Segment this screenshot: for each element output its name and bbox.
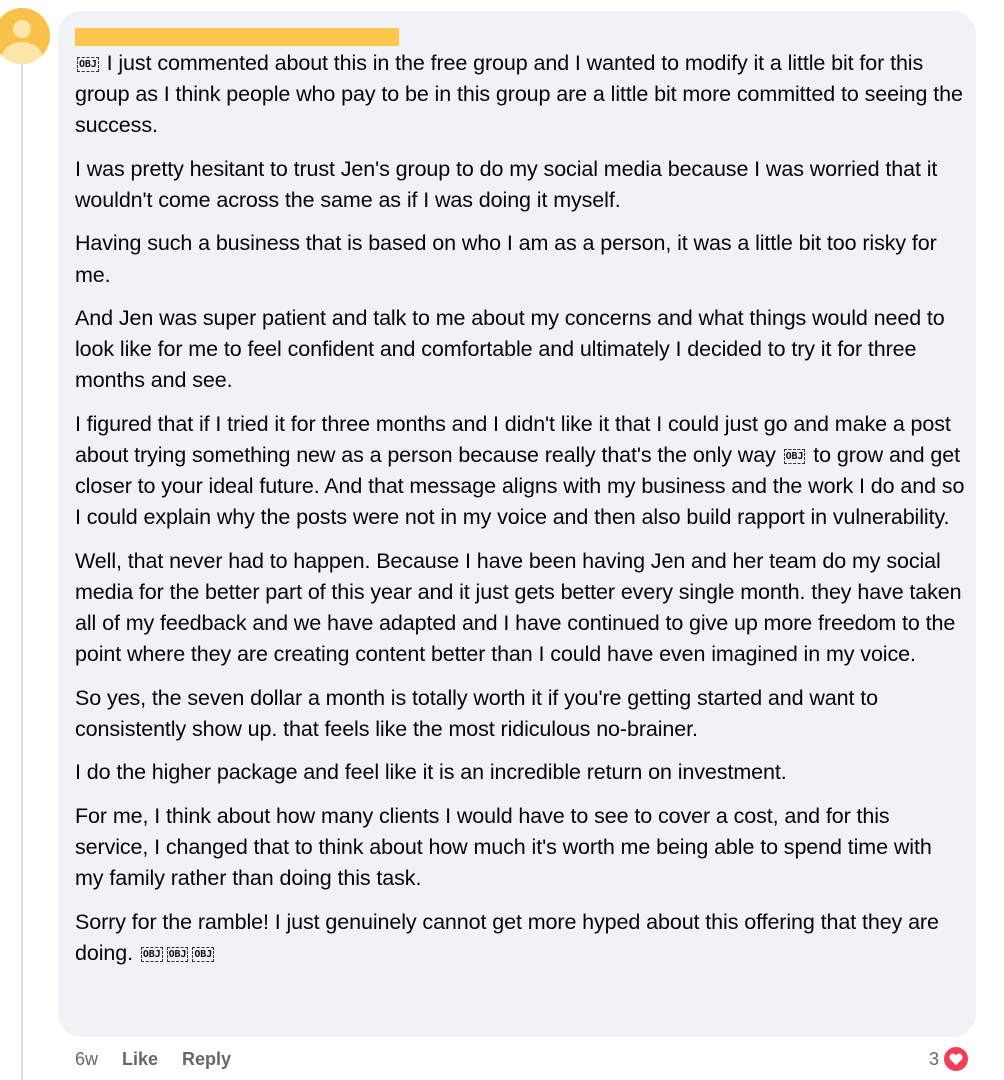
- object-replacement-glyph: OBJ: [77, 57, 99, 72]
- avatar[interactable]: [0, 8, 50, 64]
- comment-text-segment: And Jen was super patient and talk to me…: [75, 305, 945, 393]
- like-button[interactable]: Like: [122, 1049, 158, 1070]
- object-replacement-glyph: OBJ: [192, 946, 215, 962]
- comment-bubble: OBJ I just commented about this in the f…: [58, 11, 976, 1037]
- reaction-summary[interactable]: 3: [928, 1045, 970, 1073]
- comment-text-segment: Having such a business that is based on …: [75, 231, 937, 287]
- comment-paragraph: Sorry for the ramble! I just genuinely c…: [75, 907, 965, 969]
- comment-paragraph: Having such a business that is based on …: [75, 228, 965, 290]
- comment-text-segment: Well, that never had to happen. Because …: [75, 548, 962, 667]
- thread-line: [21, 62, 23, 1080]
- redacted-author-name[interactable]: [75, 28, 399, 46]
- comment-text-segment: I do the higher package and feel like it…: [75, 760, 787, 785]
- avatar-shoulders-shape: [2, 42, 42, 64]
- reply-button[interactable]: Reply: [182, 1049, 231, 1070]
- comment-text-segment: So yes, the seven dollar a month is tota…: [75, 685, 878, 741]
- comment-paragraph: So yes, the seven dollar a month is tota…: [75, 683, 965, 745]
- comment-text: OBJ I just commented about this in the f…: [75, 48, 965, 981]
- comment-paragraph: And Jen was super patient and talk to me…: [75, 303, 965, 397]
- comment-text-segment: I was pretty hesitant to trust Jen's gro…: [75, 156, 938, 212]
- object-replacement-glyph: OBJ: [140, 946, 163, 962]
- reaction-count: 3: [928, 1048, 939, 1069]
- comment-paragraph: OBJ I just commented about this in the f…: [75, 48, 965, 142]
- comment-paragraph: I was pretty hesitant to trust Jen's gro…: [75, 154, 965, 216]
- object-replacement-glyph: OBJ: [166, 946, 189, 962]
- comment-timestamp[interactable]: 6w: [75, 1049, 98, 1070]
- object-replacement-glyph: OBJ: [783, 448, 806, 464]
- comment-paragraph: I do the higher package and feel like it…: [75, 757, 965, 788]
- avatar-head-shape: [13, 20, 31, 38]
- comment-text-segment: For me, I think about how many clients I…: [75, 803, 932, 891]
- comment-actions: 6w Like Reply: [75, 1047, 255, 1071]
- comment-paragraph: I figured that if I tried it for three m…: [75, 409, 965, 534]
- comment-paragraph: Well, that never had to happen. Because …: [75, 546, 965, 671]
- comment-text-segment: I just commented about this in the free …: [75, 51, 963, 138]
- heart-icon: [942, 1045, 970, 1073]
- comment-paragraph: For me, I think about how many clients I…: [75, 801, 965, 895]
